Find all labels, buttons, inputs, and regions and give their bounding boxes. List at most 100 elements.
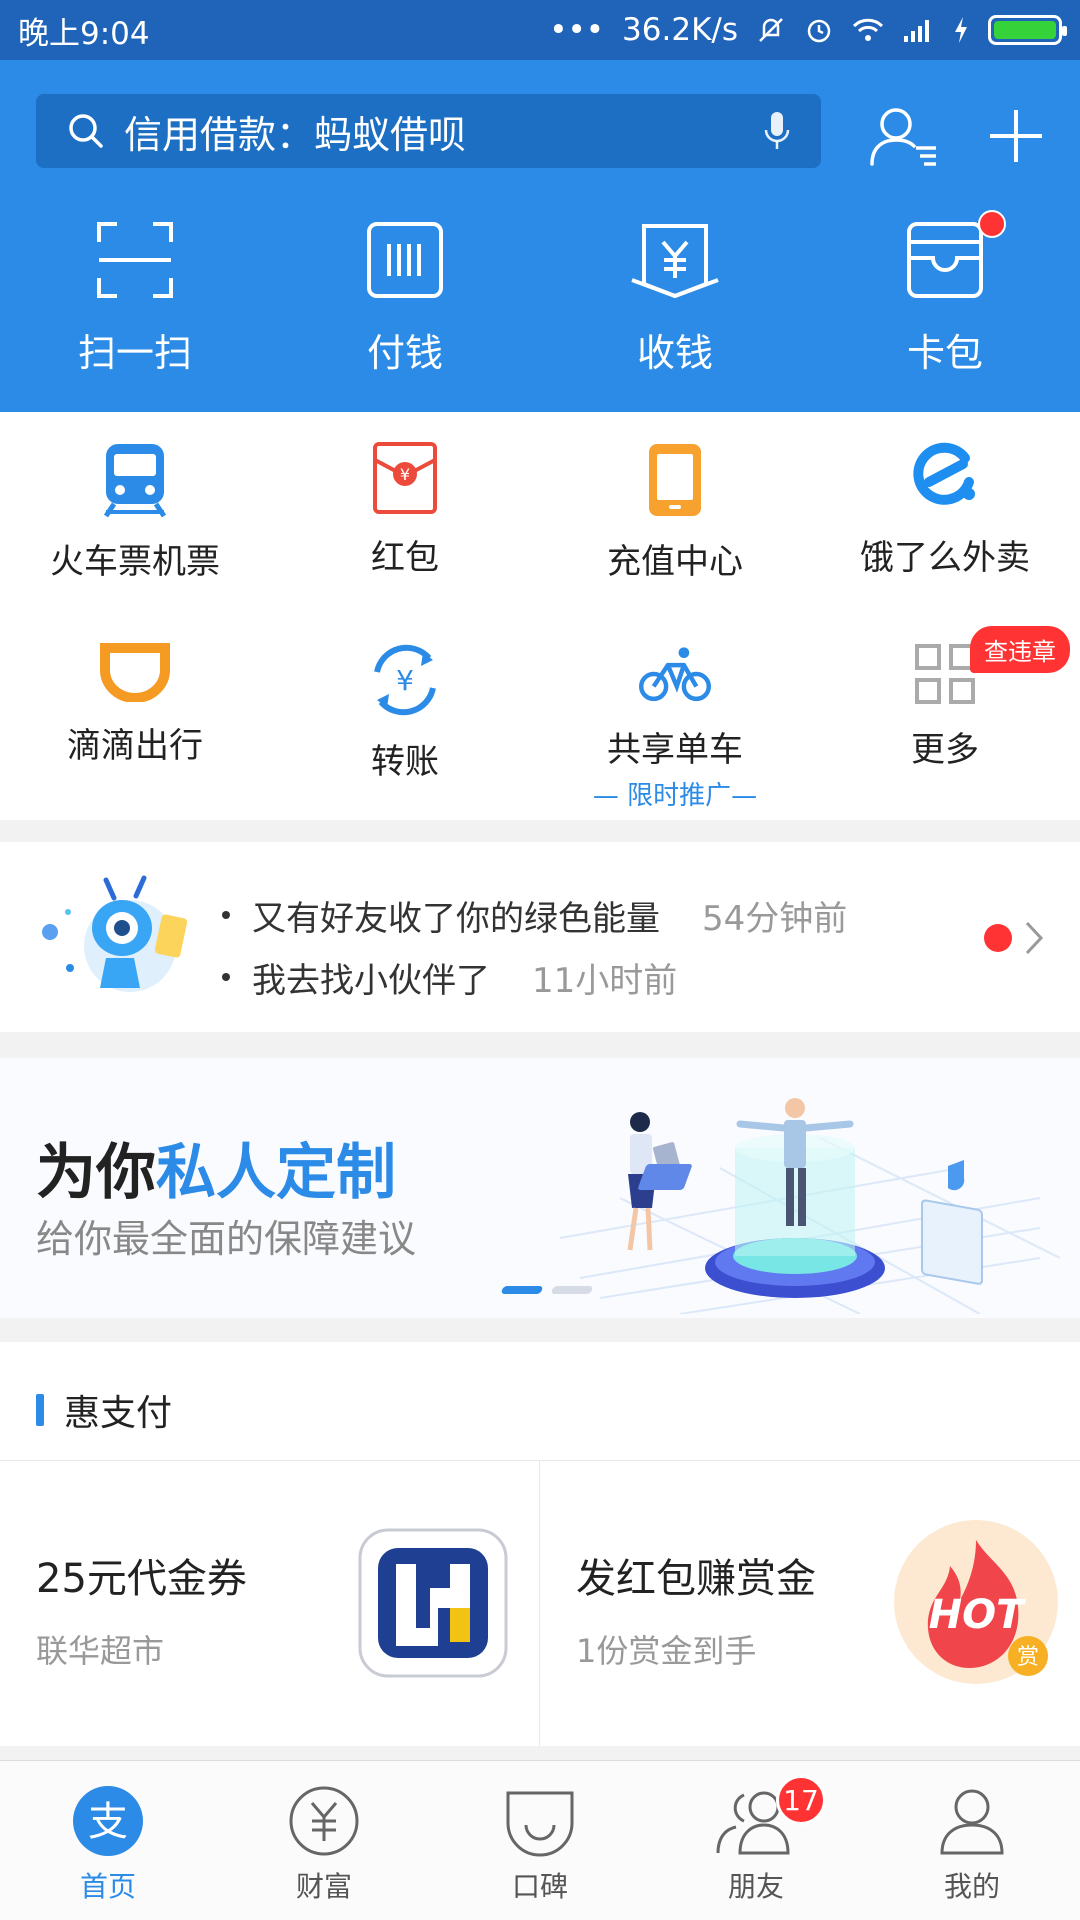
tab-koubei[interactable]: 口碑 bbox=[432, 1761, 648, 1920]
status-time: 晚上9:04 bbox=[18, 15, 150, 52]
violation-check-tag[interactable]: 查违章 bbox=[970, 626, 1070, 673]
didi-icon bbox=[100, 643, 170, 702]
bike-icon bbox=[639, 647, 711, 702]
tab-friends[interactable]: 17 朋友 bbox=[648, 1761, 864, 1920]
app-eleme[interactable]: 饿了么外卖 bbox=[810, 412, 1080, 612]
wealth-icon bbox=[289, 1786, 359, 1856]
banner-illustration bbox=[560, 1098, 1060, 1314]
unread-badge: 17 bbox=[776, 1775, 826, 1825]
train-icon bbox=[103, 444, 167, 518]
tab-label: 我的 bbox=[943, 1870, 1000, 1903]
more-dots-icon: ••• bbox=[549, 12, 605, 48]
card-subtitle: 1份赏金到手 bbox=[576, 1632, 757, 1670]
section-title-text: 惠支付 bbox=[64, 1393, 173, 1434]
red-envelope-icon: ¥ bbox=[373, 442, 437, 514]
tab-me[interactable]: 我的 bbox=[864, 1761, 1080, 1920]
banner-title-highlight: 私人定制 bbox=[156, 1138, 396, 1208]
alipay-home-icon: 支 bbox=[73, 1786, 143, 1856]
network-speed: 36.2K/s bbox=[622, 12, 738, 48]
battery-level bbox=[994, 21, 1056, 39]
phone-recharge-icon bbox=[649, 444, 701, 516]
microphone-icon[interactable] bbox=[763, 110, 791, 152]
svg-text:HOT: HOT bbox=[929, 1592, 1026, 1638]
notice-message: 又有好友收了你的绿色能量 54分钟前 bbox=[222, 884, 847, 946]
app-label: 饿了么外卖 bbox=[860, 538, 1030, 578]
svg-text:¥: ¥ bbox=[396, 664, 414, 697]
quick-action-label: 收钱 bbox=[636, 331, 713, 375]
yuan-receive-icon bbox=[631, 224, 719, 299]
hui-pay-section: 惠支付 25元代金券 联华超市 发红包赚赏金 1份赏金到手 HOT 赏 bbox=[0, 1342, 1080, 1746]
notice-text: 又有好友收了你的绿色能量 bbox=[252, 898, 660, 939]
lianhua-logo bbox=[358, 1528, 508, 1678]
wallet-notification-dot bbox=[978, 210, 1006, 238]
quick-action-wallet[interactable]: 卡包 bbox=[810, 210, 1080, 377]
hongbao-reward-card[interactable]: 发红包赚赏金 1份赏金到手 HOT 赏 bbox=[540, 1460, 1080, 1746]
quick-action-scan[interactable]: 扫一扫 bbox=[0, 220, 270, 377]
notice-time: 54分钟前 bbox=[702, 898, 848, 939]
quick-actions: 扫一扫 付钱 收钱 卡包 bbox=[0, 210, 1080, 377]
card-title: 发红包赚赏金 bbox=[576, 1556, 816, 1602]
pager-dot bbox=[550, 1286, 594, 1294]
app-train-flight[interactable]: 火车票机票 bbox=[0, 412, 270, 612]
tab-label: 首页 bbox=[79, 1870, 136, 1903]
notification-card[interactable]: 又有好友收了你的绿色能量 54分钟前 我去找小伙伴了 11小时前 bbox=[0, 842, 1080, 1032]
search-input[interactable]: 信用借款：蚂蚁借呗 bbox=[124, 104, 763, 159]
contacts-icon bbox=[870, 108, 936, 166]
tab-home[interactable]: 支 首页 bbox=[0, 1761, 216, 1920]
barcode-icon bbox=[367, 222, 443, 298]
more-grid-icon bbox=[915, 644, 975, 704]
app-more[interactable]: 查违章 更多 bbox=[810, 612, 1080, 812]
app-label: 滴滴出行 bbox=[67, 726, 203, 766]
notice-messages: 又有好友收了你的绿色能量 54分钟前 我去找小伙伴了 11小时前 bbox=[222, 884, 847, 1008]
banner-title-plain: 为你 bbox=[36, 1138, 156, 1208]
app-label: 充值中心 bbox=[607, 542, 743, 582]
app-label: 转账 bbox=[371, 742, 439, 782]
alipay-home-screen: 晚上9:04 ••• 36.2K/s 信用借款：蚂蚁借呗 扫一扫 付钱 收钱 卡… bbox=[0, 0, 1080, 1920]
app-label: 共享单车 bbox=[607, 730, 743, 770]
tab-label: 财富 bbox=[295, 1870, 352, 1903]
card-title: 25元代金券 bbox=[36, 1556, 247, 1602]
tab-label: 口碑 bbox=[511, 1870, 568, 1903]
battery-icon bbox=[988, 15, 1067, 45]
add-button[interactable] bbox=[976, 96, 1056, 176]
quick-action-receive[interactable]: 收钱 bbox=[540, 220, 810, 377]
app-grid: 火车票机票 ¥ 红包 充值中心 饿了么外卖 滴滴出行 ¥ 转账 共享单车 — 限… bbox=[0, 412, 1080, 820]
eleme-icon bbox=[913, 442, 975, 505]
app-transfer[interactable]: ¥ 转账 bbox=[270, 612, 540, 812]
app-recharge[interactable]: 充值中心 bbox=[540, 412, 810, 612]
promo-banner[interactable]: 为你私人定制 给你最全面的保障建议 bbox=[0, 1058, 1080, 1318]
app-label: 更多 bbox=[911, 730, 979, 770]
search-bar[interactable]: 信用借款：蚂蚁借呗 bbox=[36, 94, 821, 168]
chevron-right-icon[interactable] bbox=[1024, 920, 1044, 956]
app-red-envelope[interactable]: ¥ 红包 bbox=[270, 412, 540, 612]
notice-text: 我去找小伙伴了 bbox=[252, 960, 490, 1001]
quick-action-label: 扫一扫 bbox=[77, 331, 192, 375]
svg-text:支: 支 bbox=[88, 1799, 128, 1845]
tab-wealth[interactable]: 财富 bbox=[216, 1761, 432, 1920]
ant-mascot-icon bbox=[42, 875, 188, 992]
quick-action-label: 卡包 bbox=[906, 331, 983, 375]
alarm-icon bbox=[807, 19, 831, 43]
wallet-icon bbox=[907, 222, 983, 298]
hot-flame-logo: HOT 赏 bbox=[894, 1520, 1058, 1684]
app-label: 火车票机票 bbox=[50, 542, 220, 582]
quick-action-pay[interactable]: 付钱 bbox=[270, 220, 540, 377]
app-shared-bike[interactable]: 共享单车 — 限时推广— bbox=[540, 612, 810, 812]
mute-icon bbox=[759, 18, 783, 42]
svg-text:赏: 赏 bbox=[1017, 1645, 1039, 1670]
promo-subtitle: — 限时推广— bbox=[592, 781, 758, 811]
section-title-bar bbox=[36, 1394, 44, 1426]
notice-message: 我去找小伙伴了 11小时前 bbox=[222, 946, 847, 1008]
contacts-button[interactable] bbox=[864, 96, 944, 176]
pager-dot-active bbox=[500, 1286, 544, 1294]
transfer-icon: ¥ bbox=[374, 644, 436, 716]
notice-time: 11小时前 bbox=[532, 960, 678, 1001]
banner-title: 为你私人定制 bbox=[36, 1124, 396, 1211]
search-icon bbox=[69, 114, 103, 148]
app-didi[interactable]: 滴滴出行 bbox=[0, 612, 270, 812]
coupon-card[interactable]: 25元代金券 联华超市 bbox=[0, 1460, 540, 1746]
app-label: 红包 bbox=[371, 538, 439, 578]
quick-action-label: 付钱 bbox=[366, 331, 443, 375]
section-title: 惠支付 bbox=[36, 1384, 172, 1436]
wifi-icon bbox=[852, 18, 884, 41]
